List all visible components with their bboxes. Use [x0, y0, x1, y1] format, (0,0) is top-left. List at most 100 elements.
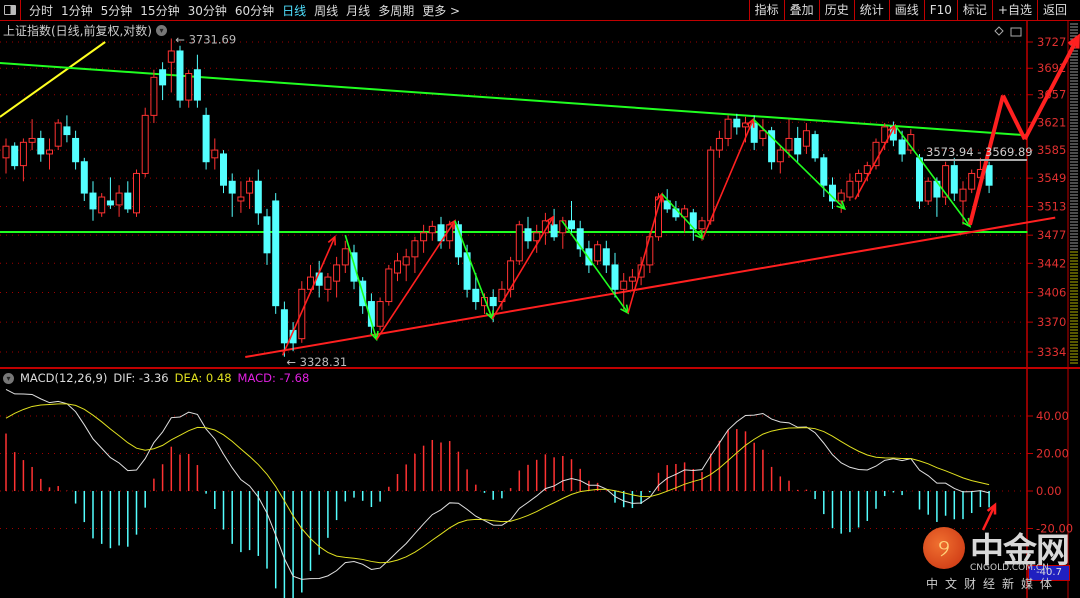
- candle-body: [802, 130, 810, 147]
- dif-value: DIF: -3.36: [113, 371, 169, 385]
- candle: [115, 185, 123, 217]
- candle: [228, 173, 236, 217]
- candle: [733, 113, 741, 135]
- candle-body: [724, 118, 732, 139]
- candle-body: [193, 69, 201, 101]
- candle-body: [472, 288, 480, 303]
- candle: [602, 240, 610, 274]
- candle-body: [133, 172, 140, 214]
- candle-body: [176, 50, 184, 101]
- price-tick-label: 3406: [1037, 286, 1066, 300]
- candle: [524, 216, 532, 249]
- candle-body: [489, 296, 497, 307]
- candle: [98, 193, 106, 217]
- candle-body: [846, 180, 854, 198]
- candle-body: [159, 69, 167, 86]
- candle-body: [220, 153, 227, 186]
- logo-tagline: 中文财经新媒体: [926, 577, 1060, 591]
- logo-url: CNGOLD.COM.CN: [970, 563, 1049, 573]
- dea-value: DEA: 0.48: [174, 371, 232, 385]
- candle: [924, 177, 932, 205]
- candle: [28, 119, 36, 151]
- candle-body: [628, 276, 636, 282]
- price-tick-label: 3477: [1037, 228, 1066, 242]
- candle: [402, 248, 410, 282]
- candle-body: [655, 196, 662, 238]
- candle-body: [324, 276, 332, 290]
- candle: [428, 220, 436, 241]
- candle-body: [550, 224, 558, 238]
- candle-body: [950, 165, 958, 194]
- candle-body: [280, 309, 288, 344]
- price-tick-label: 3370: [1037, 315, 1066, 329]
- candle: [37, 130, 45, 162]
- candle-body: [515, 224, 523, 262]
- candle-body: [524, 228, 532, 242]
- candle-body: [298, 288, 306, 340]
- candle-body: [254, 180, 262, 214]
- wave-arrow: [344, 234, 378, 340]
- candle-body: [820, 157, 828, 186]
- panel-icon: [1010, 27, 1022, 37]
- candle: [54, 119, 62, 151]
- candle-body: [837, 192, 845, 202]
- candle: [715, 130, 723, 158]
- cngold-logo: ୨ 中金网 CNGOLD.COM.CN 中文财经新媒体: [920, 525, 1080, 598]
- candle-body: [124, 192, 132, 210]
- candle-body: [237, 196, 245, 202]
- candle-body: [759, 130, 767, 139]
- price-tick-label: 3442: [1037, 256, 1066, 270]
- candle: [829, 177, 836, 209]
- candle: [63, 115, 71, 143]
- candle: [724, 115, 732, 147]
- candle: [202, 107, 210, 170]
- candle: [141, 107, 149, 178]
- candle-body: [2, 145, 10, 159]
- candle: [350, 244, 358, 290]
- macd-tick-label: 0.00: [1036, 484, 1062, 498]
- candle: [515, 220, 523, 265]
- candle: [167, 38, 175, 93]
- candle-body: [341, 248, 349, 266]
- candle: [272, 193, 280, 314]
- candle-body: [167, 50, 175, 63]
- chart-canvas[interactable]: 3727369236573621358535493513347734423406…: [0, 0, 1080, 598]
- diamond-icon: [994, 26, 1004, 36]
- candle: [950, 157, 958, 201]
- candle-body: [185, 73, 193, 101]
- candle-body: [620, 280, 628, 290]
- wave-arrow: [281, 236, 336, 356]
- candle: [472, 273, 480, 310]
- candle-body: [646, 236, 654, 266]
- wave-arrow: [894, 124, 971, 227]
- candle: [72, 130, 80, 170]
- price-tick-label: 3585: [1037, 143, 1066, 157]
- candle: [846, 173, 854, 201]
- macd-value: MACD: -7.68: [237, 371, 310, 385]
- candle-body: [80, 161, 88, 194]
- candle-body: [272, 200, 280, 307]
- candle: [942, 161, 950, 205]
- macd-params: MACD(12,26,9): [20, 371, 108, 385]
- candle: [211, 138, 219, 170]
- candle-body: [37, 137, 45, 155]
- candle-body: [376, 301, 384, 327]
- candle-body: [315, 272, 323, 286]
- candle-body: [202, 114, 210, 163]
- candle-body: [263, 216, 271, 254]
- candle: [420, 224, 428, 253]
- candle-body: [211, 149, 219, 159]
- candle: [11, 142, 19, 170]
- candle-body: [785, 137, 793, 151]
- low-price-label: ← 3328.31: [286, 355, 347, 369]
- candle-body: [611, 264, 619, 290]
- macd-dropdown-icon[interactable]: ▾: [3, 372, 14, 384]
- candle-body: [707, 149, 715, 222]
- candle-body: [985, 165, 993, 186]
- candle-body: [46, 149, 53, 155]
- wave-arrow: [752, 118, 846, 210]
- candle-body: [924, 180, 932, 202]
- candle: [324, 273, 332, 302]
- candle-body: [394, 260, 401, 274]
- candle-body: [19, 141, 27, 167]
